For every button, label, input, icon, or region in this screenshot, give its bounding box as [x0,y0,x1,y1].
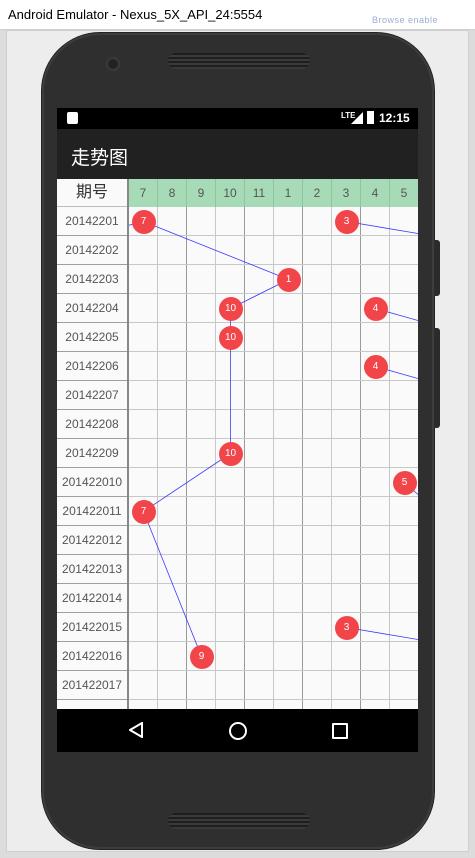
window-title: Android Emulator - Nexus_5X_API_24:5554 [8,7,263,22]
number-header-cell: 1 [274,179,303,207]
number-header-cell: 7 [129,179,158,207]
period-row: 20142202 [57,236,127,265]
trend-ball: 7 [131,499,156,524]
window-title-bar: Android Emulator - Nexus_5X_API_24:5554 … [0,0,475,30]
status-bar: LTE 12:15 [57,108,418,129]
top-speaker [168,53,310,69]
trend-chart[interactable]: 期号 20142201 20142202 20142203 20142204 20142… [57,179,418,709]
period-header: 期号 [57,179,127,207]
bottom-speaker [168,813,310,829]
period-row: 20142206 [57,352,127,381]
sd-card-icon [67,112,78,124]
number-header-cell: 10 [216,179,245,207]
trend-ball: 9 [189,644,214,669]
device-screen: LTE 12:15 走势图 期号 20142201 20142202 2014220… [57,108,418,752]
number-header: 7 8 9 10 11 1 2 3 4 5 [129,179,418,207]
number-header-cell: 2 [303,179,332,207]
trend-ball-secondary: 5 [392,470,417,495]
number-header-cell: 9 [187,179,216,207]
number-header-cell: 3 [332,179,361,207]
number-header-cell: 8 [158,179,187,207]
home-icon[interactable] [229,722,247,740]
trend-line-segment [143,221,289,280]
period-row: 201422014 [57,584,127,613]
period-row: 201422013 [57,555,127,584]
trend-ball: 1 [276,267,301,292]
recents-icon[interactable] [332,723,348,739]
front-camera [108,59,118,69]
trend-ball-secondary: 3 [334,615,359,640]
period-row: 20142207 [57,381,127,410]
signal-icon [351,112,363,124]
trend-ball: 10 [218,441,243,466]
volume-button[interactable] [434,328,440,428]
period-row: 20142201 [57,207,127,236]
period-row: 201422015 [57,613,127,642]
background-window-text: Browse enable [372,15,439,25]
period-row: 201422017 [57,671,127,700]
app-bar: 走势图 [57,129,418,179]
period-row: 20142203 [57,265,127,294]
status-time: 12:15 [379,111,410,125]
trend-ball: 7 [131,209,156,234]
period-row: 20142204 [57,294,127,323]
period-row: 201422011 [57,497,127,526]
trend-grid[interactable]: 7 1 10 10 10 7 9 3 4 4 5 3 [129,207,418,709]
trend-ball: 10 [218,325,243,350]
battery-icon [367,111,374,124]
app-title: 走势图 [71,148,129,169]
trend-ball-secondary: 4 [363,354,388,379]
power-button[interactable] [434,240,440,296]
trend-ball-secondary: 4 [363,296,388,321]
period-row: 20142209 [57,439,127,468]
period-row: 20142205 [57,323,127,352]
trend-ball: 10 [218,296,243,321]
number-header-cell: 5 [390,179,418,207]
period-row: 20142208 [57,410,127,439]
trend-lines [129,221,418,657]
period-row: 201422016 [57,642,127,671]
navigation-bar [57,709,418,752]
period-row: 201422010 [57,468,127,497]
trend-ball-secondary: 3 [334,209,359,234]
number-header-cell: 11 [245,179,274,207]
period-column: 期号 20142201 20142202 20142203 20142204 20142… [57,179,127,709]
back-icon[interactable] [129,722,143,738]
period-row: 201422012 [57,526,127,555]
trend-line-segment [143,511,202,657]
number-header-cell: 4 [361,179,390,207]
trend-line-segment [143,453,231,512]
